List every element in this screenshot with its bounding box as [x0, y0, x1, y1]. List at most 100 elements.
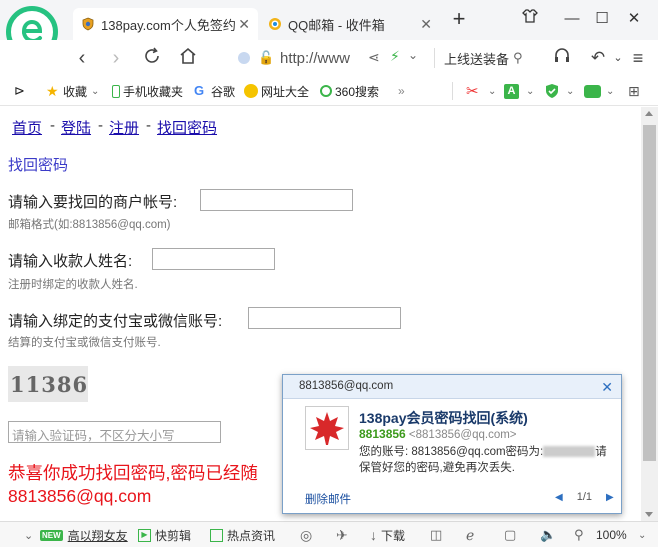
hot-news-button[interactable]: 热点资讯: [210, 527, 275, 543]
news-icon: [210, 528, 223, 542]
more-bookmarks-icon[interactable]: »: [398, 82, 405, 100]
maple-leaf-icon: [310, 412, 344, 445]
scroll-up-icon[interactable]: [645, 111, 653, 116]
translate-icon[interactable]: A: [504, 82, 519, 100]
title-bar: 138pay.com个人免签约 ✕ QQ邮箱 - 收件箱 ✕ + — ☐ ✕: [0, 0, 658, 40]
bookmark-sites[interactable]: 网址大全: [244, 82, 309, 100]
bookmark-label: 谷歌: [211, 84, 236, 99]
bookmark-360search[interactable]: 360搜索: [320, 82, 379, 100]
chevron-down-icon[interactable]: ⌄: [408, 48, 418, 62]
chevron-down-icon[interactable]: ⌄: [24, 527, 33, 543]
chevron-down-icon[interactable]: ⌄: [526, 82, 534, 100]
scissors-icon[interactable]: ✂: [466, 82, 479, 100]
nav-link-recover[interactable]: 找回密码: [157, 117, 217, 138]
new-tab-icon[interactable]: +: [447, 8, 471, 30]
payee-hint: 注册时绑定的收款人姓名.: [8, 279, 138, 291]
zoom-icon[interactable]: ⚲: [574, 527, 584, 543]
divider: [452, 82, 453, 100]
scroll-down-icon[interactable]: [645, 512, 653, 517]
speed-icon[interactable]: ◎: [300, 527, 312, 543]
account-input[interactable]: [200, 189, 353, 211]
download-button[interactable]: ↓ 下载: [370, 527, 405, 543]
headphones-icon[interactable]: [550, 46, 574, 70]
site-icon: [244, 84, 258, 98]
popup-pager: ◀ 1/1 ▶: [541, 491, 628, 503]
next-icon[interactable]: ▶: [606, 492, 614, 503]
bookmark-google[interactable]: G 谷歌: [194, 82, 235, 100]
screen-icon[interactable]: ▢: [504, 527, 516, 543]
chevron-down-icon[interactable]: ⌄: [566, 82, 574, 100]
quick-edit-button[interactable]: ▶ 快剪辑: [138, 527, 191, 543]
mail-subject[interactable]: 138pay会员密码找回(系统): [359, 408, 528, 428]
address-bar[interactable]: 🔓 http://www ⋖ ⚡ ⌄: [234, 45, 430, 71]
success-message: 恭喜你成功找回密码,密码已经随: [8, 463, 258, 483]
menu-icon[interactable]: ≡: [626, 46, 650, 70]
search-icon[interactable]: ⚲: [513, 50, 523, 66]
minimize-icon[interactable]: —: [560, 8, 584, 30]
payee-input[interactable]: [152, 248, 275, 270]
tab-qqmail[interactable]: QQ邮箱 - 收件箱 ✕: [260, 8, 440, 40]
mail-body-prefix: 您的账号: 8813856@qq.com密码为:: [359, 446, 544, 458]
popup-header: 8813856@qq.com: [283, 375, 621, 399]
prev-icon[interactable]: ◀: [555, 492, 563, 503]
apps-grid-icon[interactable]: ⊞: [628, 82, 640, 100]
alipay-wechat-input[interactable]: [248, 307, 401, 329]
security-shield-icon[interactable]: [544, 82, 560, 100]
tab-title: 138pay.com个人免签约: [101, 17, 236, 33]
bookmark-label: 360搜索: [335, 84, 380, 99]
captcha-input[interactable]: 请输入验证码，不区分大小写: [8, 421, 221, 443]
bookmark-favorites[interactable]: ★ 收藏 ⌄: [46, 82, 99, 100]
news-ticker[interactable]: NEW 高以翔女友: [40, 527, 128, 543]
back-icon[interactable]: ‹: [70, 46, 94, 70]
zoom-level[interactable]: 100%: [596, 527, 627, 543]
captcha-image[interactable]: 11386: [8, 366, 88, 402]
section-title: 找回密码: [8, 157, 69, 174]
nav-link-register[interactable]: 注册: [109, 117, 139, 138]
close-tab-icon[interactable]: ✕: [420, 16, 432, 33]
sound-icon[interactable]: 🔈: [540, 527, 556, 543]
insecure-lock-icon[interactable]: 🔓: [258, 50, 274, 66]
tab-138pay[interactable]: 138pay.com个人免签约 ✕: [73, 8, 258, 40]
forward-icon[interactable]: ›: [104, 46, 128, 70]
bookmark-mobile[interactable]: 手机收藏夹: [112, 82, 183, 100]
close-window-icon[interactable]: ✕: [622, 8, 646, 30]
close-tab-icon[interactable]: ✕: [238, 16, 250, 33]
delete-mail-link[interactable]: 删除邮件: [305, 491, 351, 507]
nav-link-login[interactable]: 登陆: [61, 117, 91, 138]
divider: [434, 48, 435, 68]
account-hint: 邮箱格式(如:8813856@qq.com): [8, 219, 171, 231]
site-info-icon[interactable]: [238, 52, 250, 64]
status-bar: ⌄ NEW 高以翔女友 ▶ 快剪辑 热点资讯 ◎ ✈ ↓ 下载 ◫ ℯ ▢ 🔈 …: [0, 521, 658, 547]
page-indicator: 1/1: [576, 491, 592, 503]
navigation-bar: ‹ › 🔓 http://www ⋖ ⚡ ⌄ 上线送装备 ⚲ ↶ ⌄ ≡: [0, 40, 658, 76]
maple-leaf-avatar: [305, 406, 349, 450]
lightning-icon[interactable]: ⚡: [390, 48, 400, 65]
chevron-down-icon[interactable]: ⌄: [488, 82, 496, 100]
maximize-icon[interactable]: ☐: [590, 8, 614, 30]
chevron-down-icon[interactable]: ⌄: [606, 82, 614, 100]
bookmarks-bar: ⊳ ★ 收藏 ⌄ 手机收藏夹 G 谷歌 网址大全 360搜索 » ✂ ⌄ A ⌄…: [0, 76, 658, 106]
skin-icon[interactable]: [518, 8, 542, 30]
game-icon[interactable]: [584, 82, 601, 100]
nav-link-home[interactable]: 首页: [12, 117, 42, 138]
chevron-down-icon[interactable]: ⌄: [638, 527, 646, 543]
bookmark-label: 收藏: [63, 84, 88, 99]
search-box[interactable]: 上线送装备 ⚲: [440, 45, 530, 71]
shield-favicon-icon: [82, 17, 94, 31]
mail-notification-popup[interactable]: 8813856@qq.com ✕ 138pay会员密码找回(系统) 881385…: [282, 374, 622, 514]
rocket-icon[interactable]: ✈: [336, 527, 348, 543]
url-text: http://www: [280, 49, 351, 67]
close-icon[interactable]: ✕: [601, 379, 613, 396]
vertical-scrollbar[interactable]: [641, 107, 658, 521]
redacted-password: [543, 446, 596, 458]
popup-account: 8813856@qq.com: [299, 380, 394, 392]
sidebar-toggle-icon[interactable]: ⊳: [14, 82, 25, 100]
tab-title: QQ邮箱 - 收件箱: [288, 17, 385, 33]
ie-icon[interactable]: ℯ: [466, 527, 474, 543]
refresh-icon[interactable]: [140, 46, 164, 70]
home-icon[interactable]: [176, 46, 200, 70]
window-icon[interactable]: ◫: [430, 527, 442, 543]
captcha-text: 11386: [10, 372, 89, 397]
share-icon[interactable]: ⋖: [368, 49, 380, 66]
scroll-thumb[interactable]: [643, 125, 656, 461]
